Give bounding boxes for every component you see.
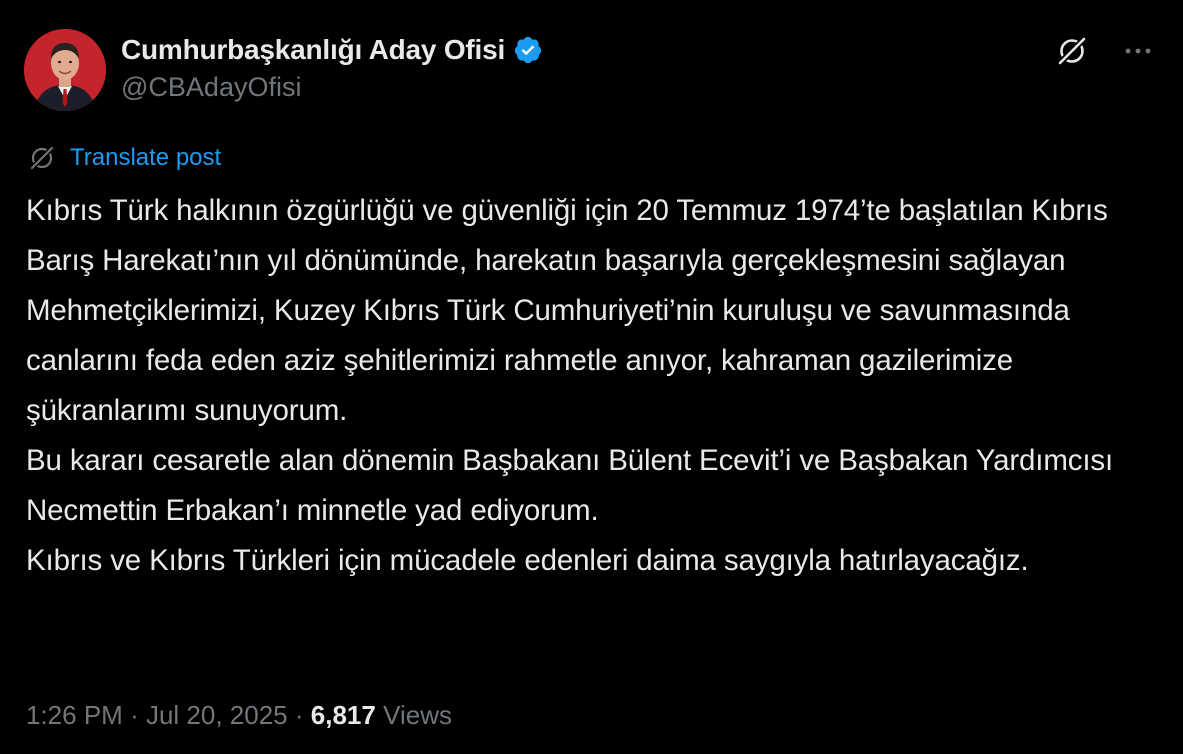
post-text: Kıbrıs Türk halkının özgürlüğü ve güvenl… — [26, 186, 1166, 586]
post-card: Cumhurbaşkanlığı Aday Ofisi @CBAdayOfisi — [0, 0, 1183, 754]
avatar[interactable] — [24, 29, 106, 111]
post-date[interactable]: Jul 20, 2025 — [146, 700, 288, 731]
translate-label: Translate post — [70, 144, 222, 171]
grok-icon[interactable] — [1055, 34, 1089, 68]
translate-post-link[interactable]: Translate post — [28, 144, 221, 172]
meta-separator: · — [130, 700, 139, 730]
post-paragraph: Kıbrıs ve Kıbrıs Türkleri için mücadele … — [26, 544, 1029, 577]
views-count[interactable]: 6,817 — [311, 700, 376, 731]
post-paragraph: Bu kararı cesaretle alan dönemin Başbaka… — [26, 444, 1114, 527]
views-label: Views — [383, 700, 452, 730]
post-meta: 1:26 PM · Jul 20, 2025 · 6,817 Views — [26, 700, 452, 731]
author-display-name[interactable]: Cumhurbaşkanlığı Aday Ofisi — [121, 34, 505, 66]
avatar-photo — [24, 29, 106, 111]
post-paragraph: Kıbrıs Türk halkının özgürlüğü ve güvenl… — [26, 194, 1108, 427]
more-options-icon[interactable] — [1121, 34, 1155, 68]
author-block: Cumhurbaşkanlığı Aday Ofisi @CBAdayOfisi — [121, 30, 543, 103]
verified-badge-icon[interactable] — [513, 35, 543, 65]
translate-icon — [28, 144, 56, 172]
meta-separator: · — [294, 700, 304, 730]
post-time[interactable]: 1:26 PM — [26, 700, 123, 731]
post-top-actions — [1055, 34, 1155, 68]
author-handle[interactable]: @CBAdayOfisi — [121, 72, 543, 103]
author-name-row: Cumhurbaşkanlığı Aday Ofisi — [121, 30, 543, 70]
